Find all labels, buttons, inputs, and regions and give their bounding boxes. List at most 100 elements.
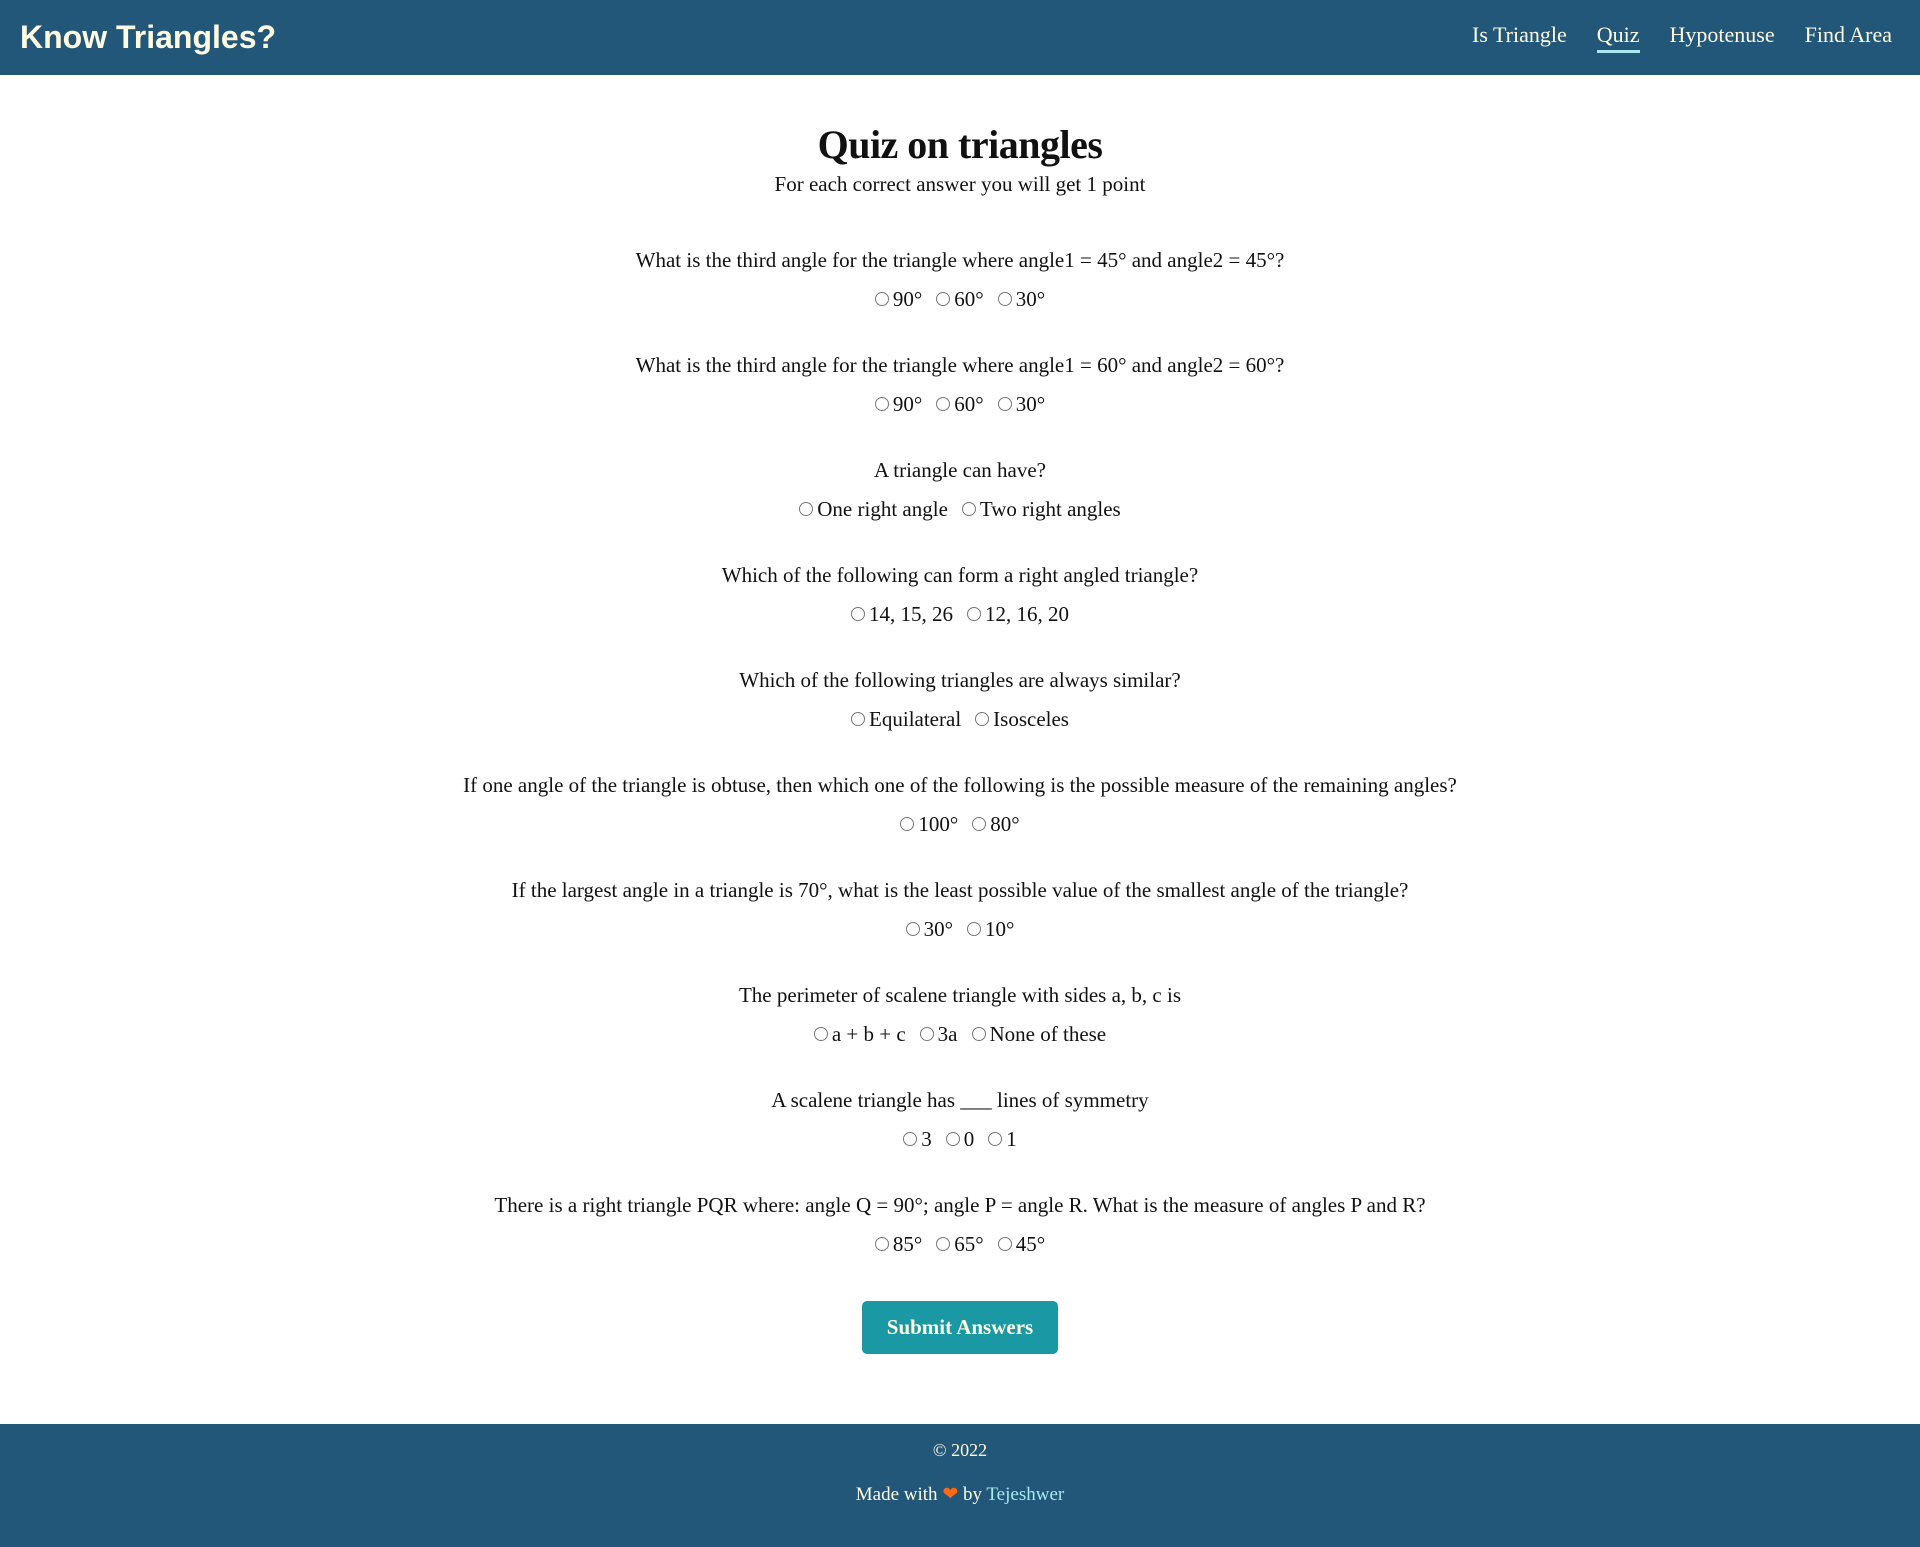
question-2: What is the third angle for the triangle… (0, 350, 1920, 419)
nav-link-find-area[interactable]: Find Area (1805, 22, 1892, 53)
option-radio[interactable] (936, 1237, 951, 1251)
options: Equilateral Isosceles (0, 704, 1920, 734)
question-8: The perimeter of scalene triangle with s… (0, 980, 1920, 1049)
nav-link-is-triangle[interactable]: Is Triangle (1472, 22, 1567, 53)
question-text: Which of the following triangles are alw… (739, 668, 1181, 692)
page-subtitle: For each correct answer you will get 1 p… (774, 172, 1146, 196)
option-radio[interactable] (919, 1027, 934, 1041)
options: 3 0 1 (0, 1124, 1920, 1154)
option[interactable]: 3a (919, 1019, 958, 1049)
question-1: What is the third angle for the triangle… (0, 245, 1920, 314)
option[interactable]: 90° (874, 284, 922, 314)
submit-answers-button[interactable]: Submit Answers (862, 1301, 1058, 1354)
option[interactable]: 65° (936, 1229, 984, 1259)
option[interactable]: 10° (967, 914, 1014, 944)
question-10: There is a right triangle PQR where: ang… (0, 1190, 1920, 1259)
option-radio[interactable] (971, 1027, 986, 1041)
options: 30° 10° (0, 914, 1920, 944)
option[interactable]: 12, 16, 20 (967, 599, 1069, 629)
option-label: 45° (1015, 1232, 1046, 1256)
footer: © 2022 Made with ❤ by Tejeshwer (0, 1424, 1920, 1547)
option-label: None of these (989, 1022, 1107, 1046)
nav-link-hypotenuse[interactable]: Hypotenuse (1670, 22, 1775, 53)
copyright: © 2022 (932, 1440, 988, 1460)
option-radio[interactable] (936, 397, 951, 411)
question-text: What is the third angle for the triangle… (635, 353, 1285, 377)
quiz-main: Quiz on triangles For each correct answe… (0, 75, 1920, 1354)
option[interactable]: 85° (874, 1229, 923, 1259)
option[interactable]: 90° (874, 389, 922, 419)
option-radio[interactable] (967, 922, 981, 936)
question-5: Which of the following triangles are alw… (0, 665, 1920, 734)
option-radio[interactable] (799, 502, 814, 516)
option-radio[interactable] (988, 1132, 1003, 1146)
option[interactable]: 100° (900, 809, 958, 839)
options: One right angle Two right angles (0, 494, 1920, 524)
option[interactable]: 60° (936, 284, 984, 314)
option[interactable]: 30° (997, 284, 1045, 314)
quiz-form: What is the third angle for the triangle… (0, 245, 1920, 1259)
question-4: Which of the following can form a right … (0, 560, 1920, 629)
option-radio[interactable] (997, 397, 1012, 411)
options: 90° 60° 30° (0, 389, 1920, 419)
option-label: 80° (990, 812, 1020, 836)
question-text: What is the third angle for the triangle… (635, 248, 1285, 272)
option-label: 14, 15, 26 (869, 602, 953, 626)
option-radio[interactable] (975, 712, 990, 726)
option-radio[interactable] (972, 817, 987, 831)
option-radio[interactable] (874, 397, 889, 411)
option-radio[interactable] (967, 607, 981, 621)
question-text: The perimeter of scalene triangle with s… (738, 983, 1181, 1007)
author-link[interactable]: Tejeshwer (986, 1484, 1064, 1505)
option-label: 12, 16, 20 (985, 602, 1069, 626)
option-radio[interactable] (945, 1132, 960, 1146)
nav-links: Is Triangle Quiz Hypotenuse Find Area (1472, 22, 1892, 53)
option[interactable]: 0 (945, 1124, 974, 1154)
made-with-line: Made with ❤ by Tejeshwer (0, 1483, 1920, 1506)
options: 85° 65° 45° (0, 1229, 1920, 1259)
option-label: 60° (954, 287, 984, 311)
option[interactable]: 3 (903, 1124, 932, 1154)
question-text: If the largest angle in a triangle is 70… (511, 878, 1409, 902)
option-radio[interactable] (936, 292, 951, 306)
option-label: 30° (923, 917, 953, 941)
option-label: 3 (921, 1127, 932, 1151)
option-radio[interactable] (903, 1132, 918, 1146)
option-radio[interactable] (997, 292, 1012, 306)
option-radio[interactable] (813, 1027, 828, 1041)
option-radio[interactable] (851, 712, 866, 726)
option-radio[interactable] (874, 1237, 889, 1251)
option[interactable]: Two right angles (961, 494, 1121, 524)
option[interactable]: a + b + c (813, 1019, 906, 1049)
option[interactable]: 80° (972, 809, 1020, 839)
option[interactable]: Equilateral (851, 704, 961, 734)
option-radio[interactable] (905, 922, 920, 936)
brand-logo[interactable]: Know Triangles? (20, 19, 276, 56)
option[interactable]: One right angle (799, 494, 948, 524)
option[interactable]: None of these (971, 1019, 1107, 1049)
option[interactable]: 14, 15, 26 (851, 599, 953, 629)
question-6: If one angle of the triangle is obtuse, … (0, 770, 1920, 839)
option-label: 1 (1006, 1127, 1017, 1151)
option-radio[interactable] (851, 607, 865, 621)
option[interactable]: 60° (936, 389, 984, 419)
options: a + b + c 3a None of these (0, 1019, 1920, 1049)
option-label: 85° (892, 1232, 923, 1256)
question-text: A scalene triangle has ___ lines of symm… (771, 1088, 1149, 1112)
option[interactable]: 30° (997, 389, 1046, 419)
option-label: 10° (985, 917, 1015, 941)
option[interactable]: Isosceles (975, 704, 1069, 734)
heart-icon: ❤ (942, 1484, 959, 1505)
option[interactable]: 45° (997, 1229, 1046, 1259)
option-label: 30° (1015, 392, 1046, 416)
nav-link-quiz[interactable]: Quiz (1596, 22, 1640, 53)
option-label: 3a (937, 1022, 958, 1046)
option-radio[interactable] (961, 502, 976, 516)
option[interactable]: 30° (905, 914, 953, 944)
option-label: One right angle (817, 497, 948, 521)
option-label: 60° (954, 392, 984, 416)
option[interactable]: 1 (988, 1124, 1017, 1154)
option-radio[interactable] (900, 817, 915, 831)
option-radio[interactable] (997, 1237, 1012, 1251)
option-radio[interactable] (874, 292, 889, 306)
